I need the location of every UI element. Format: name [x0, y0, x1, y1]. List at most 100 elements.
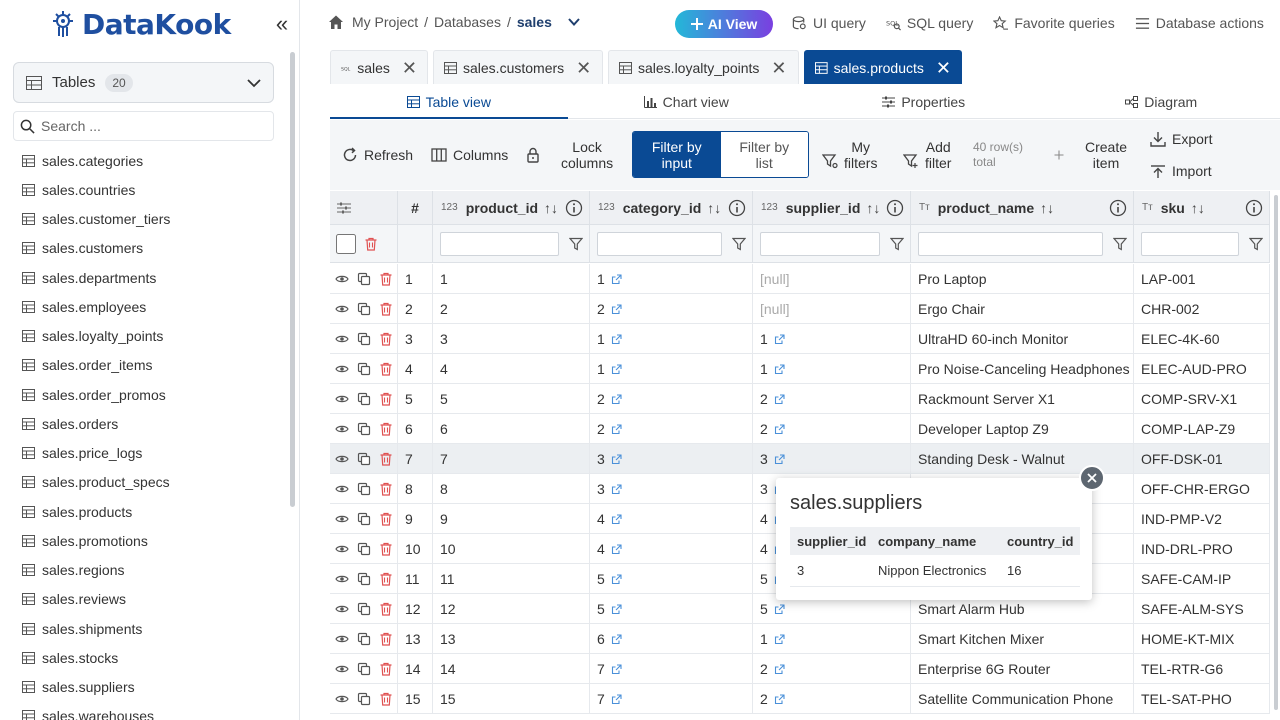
cell-sku[interactable]: IND-PMP-V2: [1134, 504, 1270, 534]
eye-icon[interactable]: [335, 632, 349, 646]
sql-query-button[interactable]: SQL SQL query: [886, 15, 973, 31]
external-link-icon[interactable]: [611, 513, 622, 525]
column-filter-input[interactable]: [760, 231, 880, 256]
cell-product-id[interactable]: 12: [433, 594, 590, 624]
external-link-icon[interactable]: [774, 423, 785, 435]
sidebar-table-item[interactable]: sales.customers: [22, 234, 282, 263]
trash-icon[interactable]: [379, 662, 393, 676]
import-button[interactable]: Import: [1150, 163, 1212, 179]
table-row[interactable]: 15 15 7 2 Satellite Communication Phone TEL-S…: [330, 684, 1270, 714]
select-all-checkbox[interactable]: [336, 233, 356, 254]
sidebar-table-item[interactable]: sales.products: [22, 497, 282, 526]
trash-icon[interactable]: [379, 422, 393, 436]
cell-product-id[interactable]: 14: [433, 654, 590, 684]
cell-product-id[interactable]: 13: [433, 624, 590, 654]
add-filter-button[interactable]: Add filter: [903, 139, 951, 171]
ai-view-button[interactable]: AI View: [675, 10, 773, 38]
cell-category-id[interactable]: 7: [590, 684, 753, 714]
external-link-icon[interactable]: [774, 633, 785, 645]
cell-product-name[interactable]: Enterprise 6G Router: [911, 654, 1134, 684]
sidebar-table-item[interactable]: sales.categories: [22, 146, 282, 175]
copy-icon[interactable]: [357, 422, 371, 436]
tab-properties[interactable]: Properties: [805, 86, 1043, 118]
trash-icon[interactable]: [379, 332, 393, 346]
external-link-icon[interactable]: [611, 393, 622, 405]
copy-icon[interactable]: [357, 512, 371, 526]
external-link-icon[interactable]: [611, 573, 622, 585]
tab-diagram[interactable]: Diagram: [1043, 86, 1280, 118]
eye-icon[interactable]: [335, 482, 349, 496]
cell-sku[interactable]: TEL-RTR-G6: [1134, 654, 1270, 684]
cell-product-name[interactable]: UltraHD 60-inch Monitor: [911, 324, 1134, 354]
info-icon[interactable]: [565, 199, 583, 217]
sidebar-table-item[interactable]: sales.warehouses: [22, 702, 282, 720]
cell-sku[interactable]: OFF-CHR-ERGO: [1134, 474, 1270, 504]
eye-icon[interactable]: [335, 542, 349, 556]
chevron-down-icon[interactable]: [568, 17, 580, 27]
cell-product-name[interactable]: Pro Laptop: [911, 264, 1134, 294]
cell-product-id[interactable]: 8: [433, 474, 590, 504]
close-icon[interactable]: ✕: [576, 59, 591, 77]
copy-icon[interactable]: [357, 272, 371, 286]
table-row[interactable]: 7 7 3 3 Standing Desk - Walnut OFF-DSK-01: [330, 444, 1270, 474]
cell-supplier-id[interactable]: 2: [753, 384, 911, 414]
cell-product-name[interactable]: Pro Noise-Canceling Headphones: [911, 354, 1134, 384]
eye-icon[interactable]: [335, 662, 349, 676]
sidebar-table-item[interactable]: sales.promotions: [22, 526, 282, 555]
trash-icon[interactable]: [379, 602, 393, 616]
copy-icon[interactable]: [357, 632, 371, 646]
create-item-button[interactable]: Create item: [1053, 139, 1127, 171]
sidebar-table-item[interactable]: sales.loyalty_points: [22, 322, 282, 351]
settings-sliders-icon[interactable]: [337, 201, 351, 215]
sort-icon[interactable]: ↑↓: [1191, 200, 1205, 216]
database-actions-button[interactable]: Database actions: [1135, 15, 1264, 31]
external-link-icon[interactable]: [611, 663, 622, 675]
cell-product-id[interactable]: 6: [433, 414, 590, 444]
cell-category-id[interactable]: 3: [590, 444, 753, 474]
sidebar-table-item[interactable]: sales.stocks: [22, 643, 282, 672]
eye-icon[interactable]: [335, 452, 349, 466]
cell-category-id[interactable]: 2: [590, 384, 753, 414]
cell-sku[interactable]: COMP-SRV-X1: [1134, 384, 1270, 414]
ui-query-button[interactable]: UI query: [792, 15, 866, 31]
cell-category-id[interactable]: 6: [590, 624, 753, 654]
cell-supplier-id[interactable]: 2: [753, 654, 911, 684]
cell-sku[interactable]: IND-DRL-PRO: [1134, 534, 1270, 564]
sidebar-table-item[interactable]: sales.order_items: [22, 351, 282, 380]
cell-supplier-id[interactable]: [null]: [753, 264, 911, 294]
external-link-icon[interactable]: [774, 363, 785, 375]
cell-supplier-id[interactable]: [null]: [753, 294, 911, 324]
cell-category-id[interactable]: 4: [590, 504, 753, 534]
collapse-sidebar-button[interactable]: «: [270, 10, 294, 38]
copy-icon[interactable]: [357, 482, 371, 496]
info-icon[interactable]: [886, 199, 904, 217]
favorite-queries-button[interactable]: Favorite queries: [993, 15, 1115, 31]
sort-icon[interactable]: ↑↓: [1040, 200, 1054, 216]
cell-sku[interactable]: TEL-SAT-PHO: [1134, 684, 1270, 714]
cell-sku[interactable]: CHR-002: [1134, 294, 1270, 324]
close-icon[interactable]: ✕: [402, 59, 417, 77]
cell-sku[interactable]: HOME-KT-MIX: [1134, 624, 1270, 654]
breadcrumb-databases[interactable]: Databases: [434, 14, 501, 30]
external-link-icon[interactable]: [611, 333, 622, 345]
trash-icon[interactable]: [379, 542, 393, 556]
cell-sku[interactable]: ELEC-AUD-PRO: [1134, 354, 1270, 384]
cell-product-name[interactable]: Developer Laptop Z9: [911, 414, 1134, 444]
cell-product-id[interactable]: 9: [433, 504, 590, 534]
table-row[interactable]: 1 1 1 [null] Pro Laptop LAP-001: [330, 264, 1270, 294]
cell-category-id[interactable]: 1: [590, 354, 753, 384]
cell-product-name[interactable]: Rackmount Server X1: [911, 384, 1134, 414]
column-filter-input[interactable]: [440, 231, 559, 256]
cell-category-id[interactable]: 3: [590, 474, 753, 504]
cell-sku[interactable]: LAP-001: [1134, 264, 1270, 294]
tab-sales-loyalty-points[interactable]: sales.loyalty_points ✕: [608, 50, 799, 84]
sidebar-table-item[interactable]: sales.regions: [22, 556, 282, 585]
filter-icon[interactable]: [1113, 237, 1127, 251]
trash-icon[interactable]: [379, 272, 393, 286]
sidebar-table-item[interactable]: sales.shipments: [22, 614, 282, 643]
copy-icon[interactable]: [357, 302, 371, 316]
external-link-icon[interactable]: [611, 273, 622, 285]
eye-icon[interactable]: [335, 512, 349, 526]
trash-icon[interactable]: [379, 362, 393, 376]
sidebar-table-item[interactable]: sales.departments: [22, 263, 282, 292]
